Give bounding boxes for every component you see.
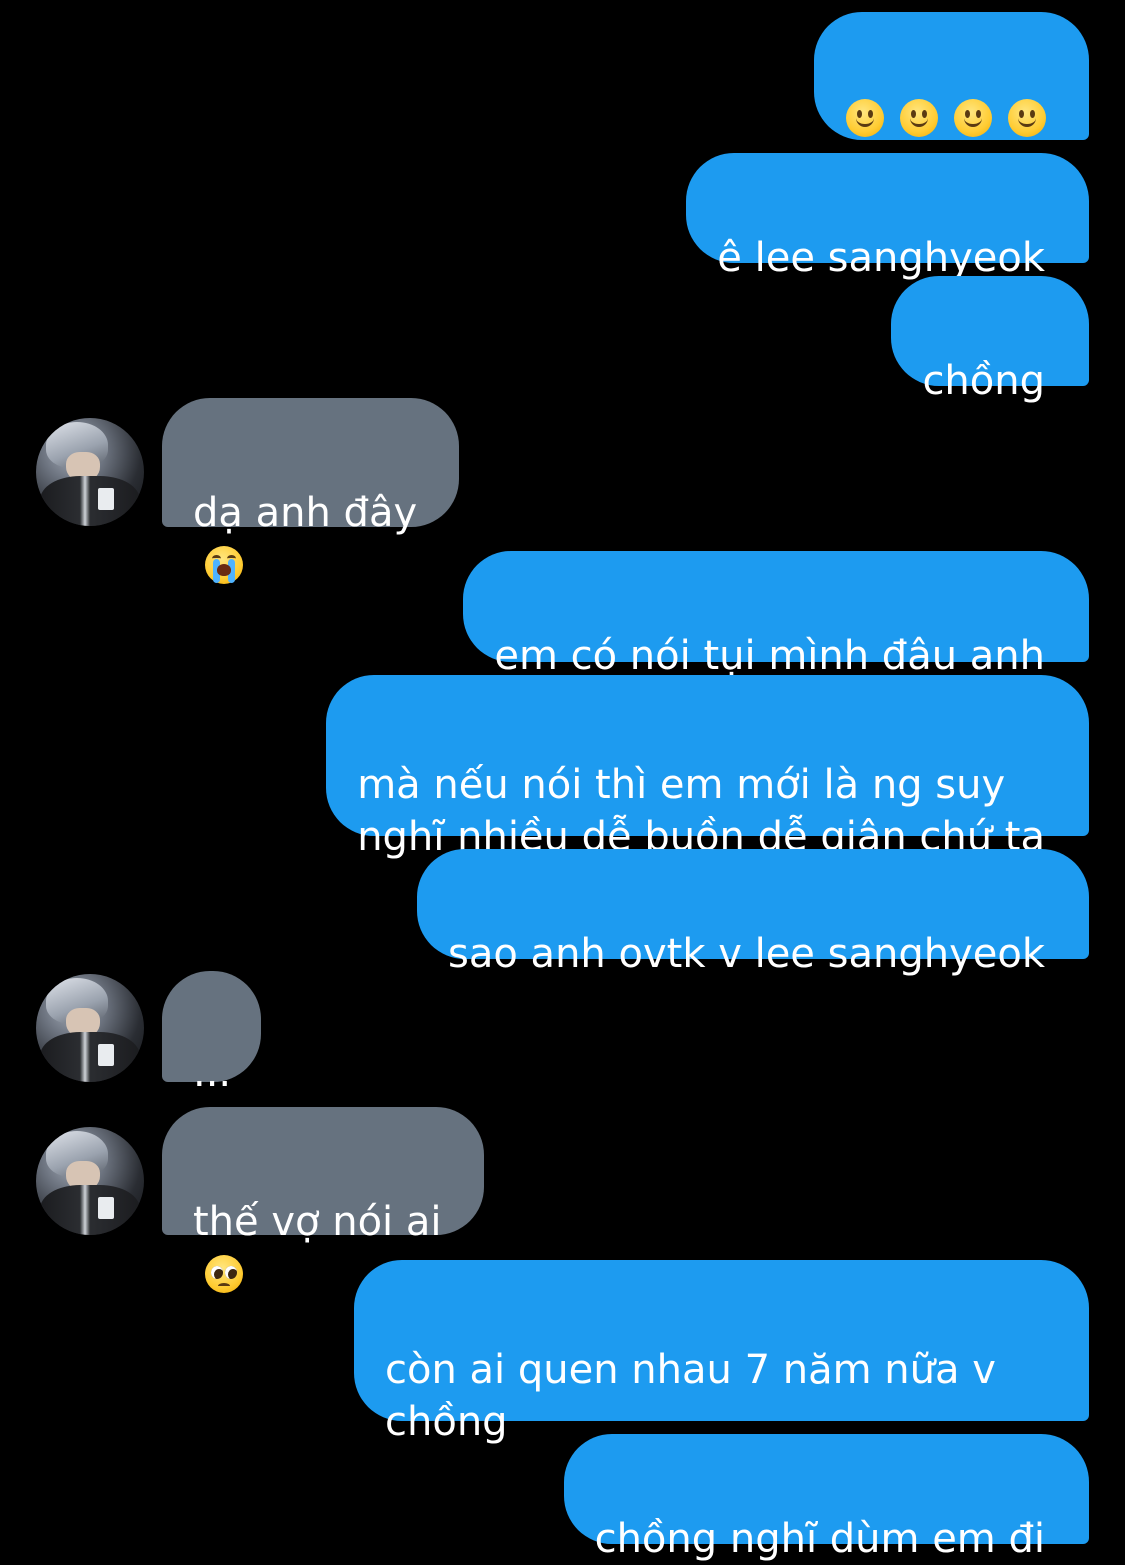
avatar[interactable] [36,974,144,1082]
sent-message[interactable]: em có nói tụi mình đâu anh [463,551,1089,679]
message-text: còn ai quen nhau 7 năm nữa v chồng [385,1347,996,1445]
message-text: chồng nghĩ dùm em đi [594,1516,1045,1562]
sent-message[interactable]: ê lee sanghyeok [686,153,1089,281]
slightly-smiling-face-icon [846,99,884,137]
message-thread: ê lee sanghyeok chồng dạ anh đây em có n… [0,0,1125,1562]
sent-message[interactable]: chồng [891,276,1089,404]
received-message[interactable]: ... [162,971,262,1096]
avatar[interactable] [36,418,144,526]
message-text: em có nói tụi mình đâu anh [494,633,1045,679]
sent-message[interactable]: sao anh ovtk v lee sanghyeok [417,849,1089,977]
pleading-face-icon [205,1255,243,1293]
received-message[interactable]: dạ anh đây [162,398,460,584]
sent-message[interactable]: chồng nghĩ dùm em đi [563,1434,1089,1562]
loudly-crying-face-icon [205,546,243,584]
avatar[interactable] [36,1127,144,1235]
sent-message[interactable]: còn ai quen nhau 7 năm nữa v chồng [354,1260,1089,1445]
sent-message[interactable]: mà nếu nói thì em mới là ng suy nghĩ nhi… [326,675,1089,860]
slightly-smiling-face-icon [900,99,938,137]
sent-message-emoji-row[interactable] [814,12,1089,140]
emoji-row [846,95,1046,141]
received-message[interactable]: thế vợ nói ai [162,1107,484,1293]
message-text: thế vợ nói ai [193,1199,442,1245]
message-text: ê lee sanghyeok [717,235,1045,281]
message-text: ... [193,1050,232,1096]
message-text: mà nếu nói thì em mới là ng suy nghĩ nhi… [357,762,1045,860]
slightly-smiling-face-icon [954,99,992,137]
slightly-smiling-face-icon [1008,99,1046,137]
message-text: chồng [922,358,1045,404]
message-text: dạ anh đây [193,490,418,536]
message-text: sao anh ovtk v lee sanghyeok [448,931,1045,977]
